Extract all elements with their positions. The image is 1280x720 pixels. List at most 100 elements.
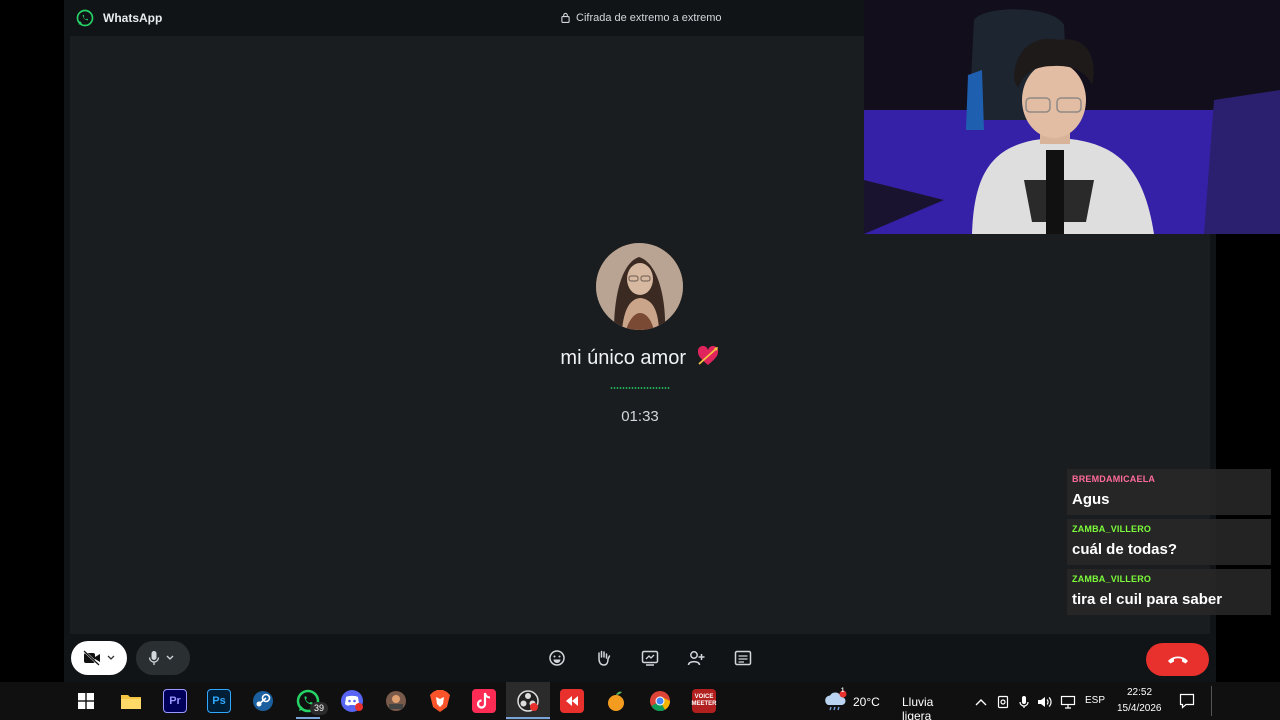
connecting-dot [628,387,631,389]
connecting-dot [655,387,658,389]
chat-username: ZAMBA_VILLERO [1072,574,1152,584]
end-call-button[interactable] [1146,643,1209,676]
chat-message: BREMDAMICAELA Agus [1067,469,1271,515]
fruit-icon [608,691,624,711]
clock-time[interactable]: 22:52 [1127,687,1152,698]
chevron-up-icon[interactable] [975,698,987,706]
premiere-pro-button[interactable]: Pr [163,689,187,713]
brave-button[interactable] [428,689,452,713]
obs-running-indicator [506,717,550,719]
discord-icon [341,690,363,712]
call-controls [64,634,1216,682]
windows-logo-icon [78,693,94,709]
streaming-app-button[interactable] [560,689,584,713]
chat-username: BREMDAMICAELA [1072,474,1156,484]
connecting-dot [652,387,655,389]
webcam-overlay [864,0,1280,234]
app-title: WhatsApp [103,11,163,25]
chat-panel-icon[interactable] [734,649,752,667]
tiktok-icon [476,692,491,709]
clock-date[interactable]: 15/4/2026 [1117,703,1162,714]
microphone-icon [148,651,160,665]
connecting-dot [622,387,625,389]
connecting-dot [637,387,640,389]
whatsapp-logo-icon [76,9,94,27]
connecting-dot [613,387,616,389]
streamer-webcam-feed [864,0,1280,234]
network-icon[interactable] [1060,695,1076,709]
encryption-label: Cifrada de extremo a extremo [576,12,722,24]
obs-icon [517,690,539,712]
connecting-dot [619,387,622,389]
volume-icon[interactable] [1037,695,1053,709]
chat-message-text: Agus [1072,491,1110,508]
connecting-dot [646,387,649,389]
connecting-dot [631,387,634,389]
app-icon [386,691,406,711]
steam-button[interactable] [251,689,275,713]
call-timer: 01:33 [621,408,659,425]
connecting-dot [643,387,646,389]
microphone-button[interactable] [136,641,190,675]
emoji-icon[interactable] [548,649,566,667]
notifications-icon[interactable] [1179,693,1195,709]
photoshop-icon: Ps [212,695,226,707]
camera-toggle-button[interactable] [71,641,127,675]
connecting-dot [661,387,664,389]
connecting-dot [625,387,628,389]
raise-hand-icon[interactable] [594,649,612,667]
windows-taskbar: Pr Ps 39 VOICE MEETER 1 20°C Lluvia lige… [0,682,1280,720]
phone-hangup-icon [1167,656,1188,663]
lock-icon [561,12,570,23]
weather-temperature: 20°C [853,695,880,709]
connecting-dot [634,387,637,389]
discord-button[interactable] [340,689,364,713]
call-connecting-indicator [610,387,670,389]
chevron-down-icon[interactable] [166,655,174,661]
chrome-button[interactable] [648,689,672,713]
connecting-dot [667,387,670,389]
screen-share-icon[interactable] [641,649,659,667]
chat-username: ZAMBA_VILLERO [1072,524,1152,534]
screen: WhatsApp Cifrada de extremo a extremo mi… [0,0,1280,720]
folder-icon [121,695,141,709]
tiktok-button[interactable] [472,689,496,713]
windows-start-button[interactable] [74,689,98,713]
weather-alert-count: 1 [841,688,845,694]
video-off-icon [83,650,100,666]
connecting-dot [658,387,661,389]
voicemeeter-button[interactable]: VOICE MEETER [691,689,717,713]
add-participant-icon[interactable] [687,649,705,667]
connecting-dot [616,387,619,389]
language-indicator[interactable]: ESP [1085,695,1105,706]
fl-studio-button[interactable] [604,689,628,713]
voicemeeter-label-bottom: MEETER [691,701,717,707]
weather-widget[interactable]: 1 20°C Lluvia ligera [822,688,962,720]
contact-name-text: mi único amor [560,347,687,369]
camera-tray-icon[interactable] [997,695,1009,709]
photoshop-button[interactable]: Ps [207,689,231,713]
chat-message: ZAMBA_VILLEROtira el cuil para saber [1067,569,1271,615]
file-explorer-button[interactable] [119,689,143,713]
voicemeeter-label-top: VOICE [694,694,714,700]
heart-arrow-emoji-icon [697,345,718,365]
steam-icon [253,691,273,711]
chat-message: ZAMBA_VILLERO cuál de todas? [1067,519,1271,565]
connecting-dot [640,387,643,389]
whatsapp-notification-badge: 39 [310,702,328,715]
obs-button[interactable] [516,689,540,713]
connecting-dot [664,387,667,389]
chrome-icon [650,691,671,712]
microphone-tray-icon[interactable] [1019,695,1029,709]
contact-photo [596,243,683,330]
brave-icon [430,690,450,712]
whatsapp-running-indicator [296,717,320,719]
chevron-down-icon[interactable] [107,655,115,661]
chat-message-text: tira el cuil para saber [1072,591,1223,608]
contact-name: mi único amor [64,345,1216,370]
connecting-dot [610,387,613,389]
show-desktop-divider[interactable] [1211,686,1212,716]
contact-avatar [596,243,683,330]
app-button[interactable] [384,689,408,713]
weather-description: Lluvia ligera [902,695,934,720]
